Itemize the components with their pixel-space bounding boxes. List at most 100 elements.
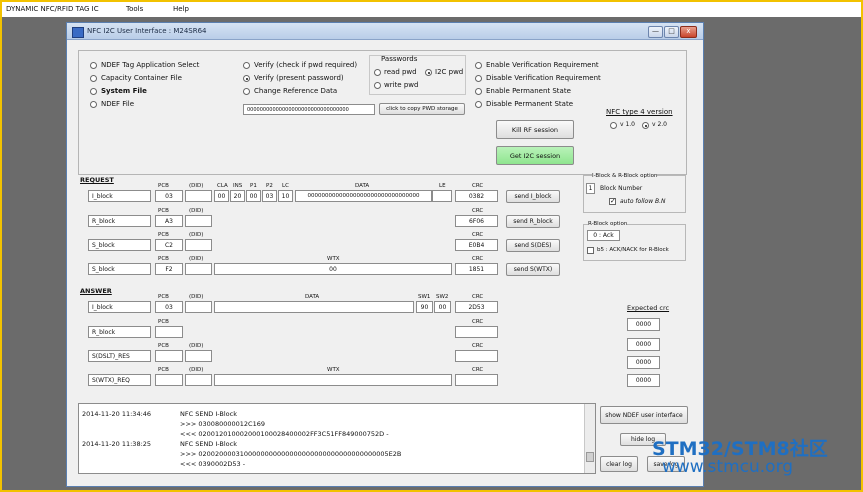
- send-iblock-button[interactable]: send I_block: [506, 190, 560, 203]
- get-i2c-button[interactable]: Get I2C session: [496, 146, 574, 165]
- copy-pwd-button[interactable]: click to copy PWD storage: [379, 103, 465, 115]
- ack-select[interactable]: 0 : Ack: [587, 230, 620, 241]
- hdr-cla: CLA: [217, 183, 228, 189]
- ans-iblock-data: [214, 301, 414, 313]
- radio-ndef-file[interactable]: [90, 101, 97, 108]
- password-input[interactable]: 00000000000000000000000000000000: [243, 104, 375, 115]
- label-verify-present: Verify (present password): [254, 74, 344, 82]
- nfc-type-title: NFC type 4 version: [606, 108, 673, 116]
- passwords-title: Passwords: [381, 55, 418, 63]
- b5-checkbox[interactable]: [587, 247, 594, 254]
- hdr-lc: LC: [282, 183, 289, 189]
- req-iblock-cla[interactable]: 00: [214, 190, 229, 202]
- radio-cc-file[interactable]: [90, 75, 97, 82]
- radio-disable-verif[interactable]: [475, 75, 482, 82]
- req-sblock-pcb[interactable]: C2: [155, 239, 183, 251]
- radio-system-file[interactable]: [90, 88, 97, 95]
- show-ndef-button[interactable]: show NDEF user interface: [600, 406, 688, 424]
- hdr-pcb-w: PCB: [158, 256, 169, 262]
- req-swtx-did[interactable]: [185, 263, 212, 275]
- block-number-input[interactable]: 1: [586, 183, 595, 194]
- maximize-button[interactable]: □: [664, 26, 679, 38]
- req-sblock-did[interactable]: [185, 239, 212, 251]
- minimize-button[interactable]: —: [648, 26, 663, 38]
- send-rblock-button[interactable]: send R_block: [506, 215, 560, 228]
- log-scroll-thumb[interactable]: [586, 452, 594, 462]
- log-time-2: 2014-11-20 11:38:25: [82, 440, 152, 448]
- main-window: NFC I2C User Interface : M24SR64 — □ x N…: [66, 22, 704, 487]
- req-iblock-data[interactable]: 00000000000000000000000000000000: [295, 190, 432, 202]
- hdr-p1: P1: [250, 183, 257, 189]
- log-line-2c: <<< 0390002D53 -: [180, 460, 246, 468]
- req-iblock-crc[interactable]: 0382: [455, 190, 498, 202]
- radio-enable-perm[interactable]: [475, 88, 482, 95]
- radio-read-pwd[interactable]: [374, 69, 381, 76]
- ans-sdslt-crc: [455, 350, 498, 362]
- menu-tools[interactable]: Tools: [126, 5, 143, 13]
- req-swtx-crc[interactable]: 1851: [455, 263, 498, 275]
- send-swtx-button[interactable]: send S(WTX): [506, 263, 560, 276]
- ans-hdr-crc-r: CRC: [472, 319, 484, 325]
- hdr-crc: CRC: [472, 183, 484, 189]
- req-rblock-pcb[interactable]: A3: [155, 215, 183, 227]
- req-rblock-crc[interactable]: 6F06: [455, 215, 498, 227]
- req-iblock-p2[interactable]: 03: [262, 190, 277, 202]
- label-verify-check: Verify (check if pwd required): [254, 61, 358, 69]
- ans-sdslt-name: S(DSLT)_RES: [88, 350, 151, 362]
- ans-hdr-wtx: WTX: [327, 367, 340, 373]
- ans-rblock-name: R_block: [88, 326, 151, 338]
- radio-verify-check[interactable]: [243, 62, 250, 69]
- label-system-file: System File: [101, 87, 147, 95]
- radio-ndef-select[interactable]: [90, 62, 97, 69]
- req-iblock-p1[interactable]: 00: [246, 190, 261, 202]
- req-rblock-did[interactable]: [185, 215, 212, 227]
- label-change-ref: Change Reference Data: [254, 87, 338, 95]
- hdr-did-r: (DID): [189, 208, 204, 214]
- label-enable-perm: Enable Permanent State: [486, 87, 571, 95]
- clear-log-button[interactable]: clear log: [600, 456, 638, 472]
- close-button[interactable]: x: [680, 26, 697, 38]
- menu-help[interactable]: Help: [173, 5, 189, 13]
- log-line-2b: >>> 020020000310000000000000000000000000…: [180, 450, 402, 458]
- send-sdes-button[interactable]: send S(DES): [506, 239, 560, 252]
- req-iblock-pcb[interactable]: 03: [155, 190, 183, 202]
- ans-iblock-crc: 2D53: [455, 301, 498, 313]
- ans-rblock-pcb: [155, 326, 183, 338]
- req-iblock-did[interactable]: [185, 190, 212, 202]
- radio-disable-perm[interactable]: [475, 101, 482, 108]
- req-swtx-wtx[interactable]: 00: [214, 263, 452, 275]
- ans-swtx-name: S(WTX)_REQ: [88, 374, 151, 386]
- req-iblock-lc[interactable]: 10: [278, 190, 293, 202]
- req-iblock-le[interactable]: [432, 190, 452, 202]
- kill-rf-button[interactable]: Kill RF session: [496, 120, 574, 139]
- req-iblock-ins[interactable]: 20: [230, 190, 245, 202]
- ans-hdr-pcb-r: PCB: [158, 319, 169, 325]
- ans-hdr-pcb: PCB: [158, 294, 169, 300]
- radio-i2c-pwd[interactable]: [425, 69, 432, 76]
- auto-follow-checkbox[interactable]: [609, 197, 616, 205]
- log-textbox[interactable]: 2014-11-20 11:34:46 NFC SEND I-Block >>>…: [78, 403, 596, 474]
- log-scrollbar[interactable]: [584, 404, 595, 473]
- label-nfc-v2: v 2.0: [652, 121, 667, 128]
- radio-nfc-v1[interactable]: [610, 122, 617, 129]
- ans-hdr-crc: CRC: [472, 294, 484, 300]
- app-title: DYNAMIC NFC/RFID TAG IC: [6, 5, 99, 13]
- radio-change-ref[interactable]: [243, 88, 250, 95]
- radio-enable-verif[interactable]: [475, 62, 482, 69]
- block-number-label: Block Number: [600, 185, 643, 192]
- ans-iblock-sw1: 90: [416, 301, 433, 313]
- ans-hdr-pcb-w: PCB: [158, 367, 169, 373]
- req-sblock-crc[interactable]: E0B4: [455, 239, 498, 251]
- expected-crc-2: 0000: [627, 338, 660, 351]
- request-title: REQUEST: [80, 176, 114, 184]
- window-titlebar: NFC I2C User Interface : M24SR64 — □ x: [67, 23, 703, 40]
- hdr-crc-s: CRC: [472, 232, 484, 238]
- req-swtx-pcb[interactable]: F2: [155, 263, 183, 275]
- label-enable-verif: Enable Verification Requirement: [486, 61, 599, 69]
- radio-nfc-v2[interactable]: [642, 122, 649, 129]
- radio-write-pwd[interactable]: [374, 82, 381, 89]
- radio-verify-present[interactable]: [243, 75, 250, 82]
- ans-swtx-wtx: [214, 374, 452, 386]
- hdr-pcb-r: PCB: [158, 208, 169, 214]
- ans-hdr-data: DATA: [305, 294, 320, 300]
